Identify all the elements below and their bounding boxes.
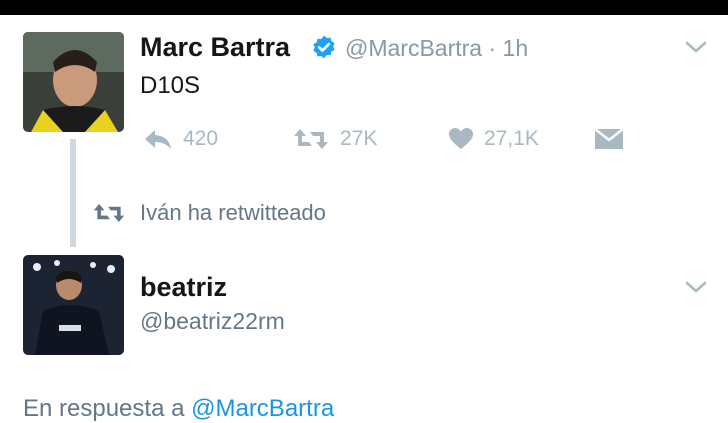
reply-button[interactable]: 420	[143, 124, 218, 154]
tweet2-author-name[interactable]: beatriz	[140, 272, 227, 303]
tweet2-handle: @beatriz22rm	[140, 308, 285, 334]
status-bar	[0, 0, 728, 15]
retweet-context-label[interactable]: Iván ha retwitteado	[140, 200, 326, 226]
reply-count: 420	[183, 127, 219, 150]
verified-badge-icon	[313, 35, 335, 59]
retweet-count: 27K	[340, 127, 378, 150]
avatar-marc-bartra[interactable]	[23, 32, 124, 132]
reply-prefix: En respuesta a	[23, 395, 185, 422]
tweet1-text: D10S	[140, 72, 201, 99]
retweet-icon	[294, 129, 328, 149]
thread-line	[70, 139, 76, 247]
like-count: 27,1K	[484, 127, 539, 150]
chevron-down-icon[interactable]	[684, 279, 708, 295]
chevron-down-icon[interactable]	[684, 39, 708, 55]
reply-context: En respuesta a @MarcBartra	[23, 395, 334, 423]
retweet-button[interactable]: 27K	[292, 124, 377, 154]
heart-icon	[449, 128, 473, 149]
tweet1-handle-time: @MarcBartra · 1h	[345, 35, 529, 61]
retweet-small-icon	[93, 204, 125, 222]
envelope-icon	[594, 128, 624, 149]
direct-message-button[interactable]	[594, 124, 624, 154]
like-button[interactable]: 27,1K	[448, 124, 539, 154]
tweet1-author-name[interactable]: Marc Bartra	[140, 32, 290, 63]
reply-icon	[145, 130, 171, 149]
avatar-beatriz[interactable]	[23, 255, 124, 355]
reply-mention-link[interactable]: @MarcBartra	[191, 395, 334, 422]
retweet-context: Iván ha retwitteado	[92, 200, 326, 226]
